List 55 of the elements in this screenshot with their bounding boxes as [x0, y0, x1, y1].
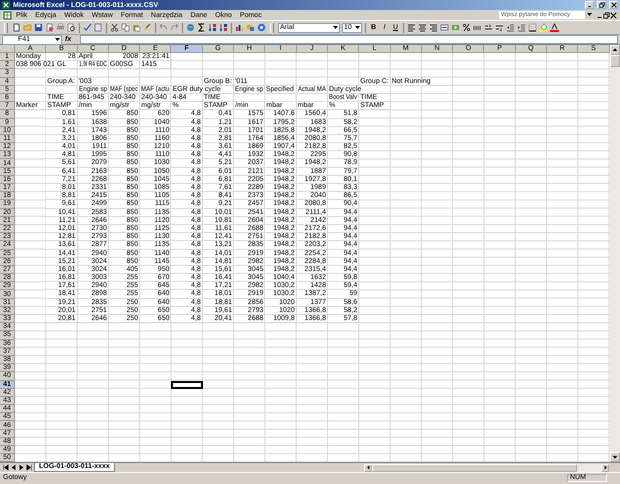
caret-icon[interactable] — [333, 26, 338, 30]
workbook-icon[interactable] — [3, 10, 12, 20]
scissors-icon[interactable] — [110, 23, 119, 32]
horizontal-scrollbar[interactable] — [364, 464, 609, 472]
sort-ascending-icon[interactable] — [208, 23, 217, 32]
font-color-icon[interactable] — [550, 23, 559, 32]
close-icon — [610, 2, 616, 8]
vertical-scrollbar[interactable] — [610, 45, 620, 462]
sort-descending-icon[interactable] — [219, 23, 228, 32]
new-document-icon[interactable] — [12, 23, 21, 32]
percent-icon[interactable] — [462, 23, 471, 32]
minimize-button[interactable] — [585, 1, 594, 9]
drawing-icon[interactable] — [246, 23, 255, 32]
printer-icon[interactable] — [56, 23, 65, 32]
permission-icon[interactable] — [45, 23, 54, 32]
last-sheet-icon[interactable] — [26, 464, 33, 472]
close-button[interactable] — [609, 1, 618, 9]
workbook-close-icon[interactable] — [610, 12, 617, 18]
align-center-icon[interactable] — [418, 23, 427, 32]
previous-sheet-icon[interactable] — [10, 464, 17, 472]
help-icon[interactable] — [257, 23, 266, 32]
fill-color-icon[interactable] — [539, 23, 548, 32]
brush-icon[interactable] — [143, 23, 152, 32]
formula-field[interactable] — [80, 35, 618, 44]
sum-icon[interactable] — [197, 23, 206, 32]
first-sheet-icon[interactable] — [2, 464, 9, 472]
chart-icon[interactable] — [235, 23, 244, 32]
decrease-decimal-icon[interactable] — [495, 23, 504, 32]
selected-cell[interactable] — [171, 380, 203, 389]
print-preview-icon[interactable] — [67, 23, 76, 32]
increase-indent-icon[interactable] — [517, 23, 526, 32]
restore-icon — [598, 2, 604, 8]
scroll-down-icon[interactable] — [612, 454, 618, 460]
help-dropdown-icon[interactable] — [587, 13, 592, 17]
workbook-restore-icon[interactable] — [603, 12, 610, 18]
caret-icon[interactable] — [55, 38, 60, 42]
scroll-right-icon[interactable] — [602, 465, 608, 470]
copy-icon[interactable] — [121, 23, 130, 32]
next-sheet-icon[interactable] — [18, 464, 25, 472]
app-icon — [2, 1, 10, 9]
borders-icon[interactable] — [528, 23, 537, 32]
decrease-indent-icon[interactable] — [506, 23, 515, 32]
caret-icon[interactable] — [355, 26, 360, 30]
save-icon[interactable] — [34, 23, 43, 32]
restore-button[interactable] — [597, 1, 606, 9]
scroll-thumb[interactable] — [610, 55, 620, 67]
merge-center-icon[interactable] — [440, 23, 449, 32]
scroll-up-icon[interactable] — [612, 47, 618, 53]
increase-decimal-icon[interactable] — [484, 23, 493, 32]
paste-icon[interactable] — [132, 23, 141, 32]
thousands-icon[interactable] — [473, 23, 482, 32]
align-left-icon[interactable] — [407, 23, 416, 32]
scroll-thumb[interactable] — [372, 464, 577, 472]
align-right-icon[interactable] — [429, 23, 438, 32]
spelling-icon[interactable] — [83, 23, 92, 32]
